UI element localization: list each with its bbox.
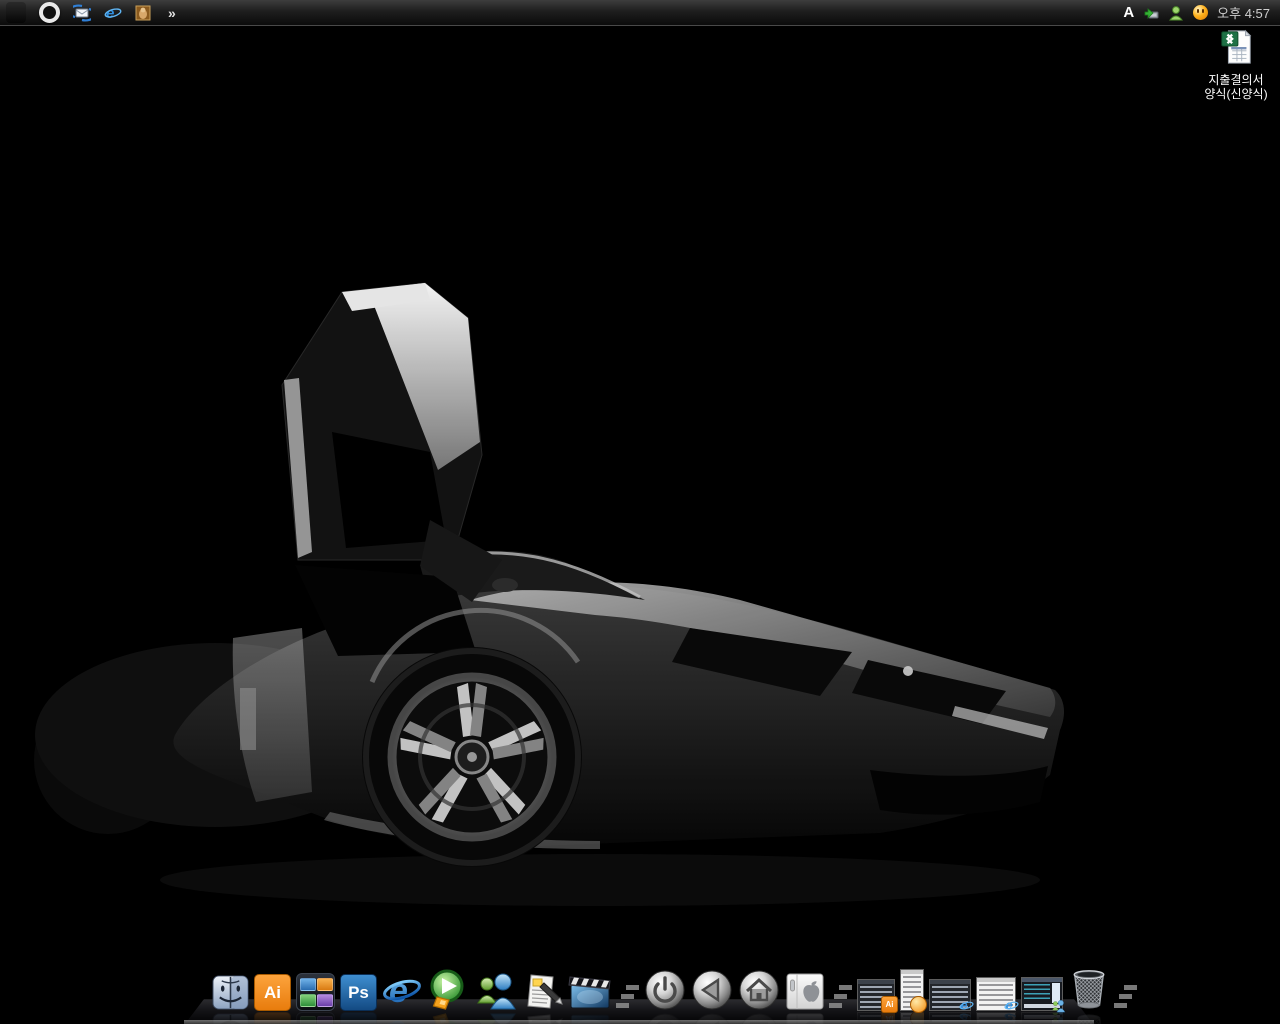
- minimized-messenger-list-window[interactable]: [900, 969, 924, 1011]
- movie-player-icon[interactable]: [568, 973, 612, 1011]
- svg-text:e: e: [961, 999, 968, 1013]
- safely-remove-hardware-icon[interactable]: [1143, 5, 1159, 21]
- dock-shelf-edge: [184, 1020, 1094, 1024]
- orange-mascot-tray-icon[interactable]: [1193, 5, 1208, 20]
- minimized-chat-window[interactable]: [1021, 977, 1063, 1011]
- photoshop-letters: Ps: [348, 983, 369, 1003]
- media-player-office-icon[interactable]: [427, 969, 469, 1011]
- dock: Ai Ps e: [0, 960, 1280, 1024]
- svg-text:e: e: [106, 5, 114, 22]
- excel-document-icon: [1217, 28, 1255, 71]
- ie-badge-icon: e: [1004, 998, 1019, 1013]
- menubar-overflow-chevron[interactable]: »: [164, 5, 175, 21]
- apple-box-icon[interactable]: [785, 971, 825, 1011]
- adobe-illustrator-icon[interactable]: Ai: [254, 974, 291, 1011]
- messenger-badge-icon: [1051, 998, 1066, 1013]
- finder-icon[interactable]: [212, 974, 249, 1011]
- minimized-illustrator-window[interactable]: Ai: [857, 979, 895, 1011]
- trash-icon[interactable]: [1068, 965, 1110, 1011]
- desktop-icon-label-line2: 양식(신양식): [1194, 87, 1278, 101]
- power-button[interactable]: [644, 969, 686, 1011]
- menubar: e » A: [0, 0, 1280, 26]
- dock-separator-steps: [830, 985, 852, 1011]
- home-button[interactable]: [738, 969, 780, 1011]
- minimized-ie-window[interactable]: e: [929, 979, 971, 1011]
- svg-text:e: e: [1006, 999, 1013, 1013]
- desktop-icon-label-line1: 지출결의서: [1194, 73, 1278, 87]
- dock-separator-steps: [1115, 985, 1137, 1011]
- outlook-express-icon[interactable]: [73, 4, 91, 22]
- desktop-screen: e » A: [0, 0, 1280, 1024]
- picture-viewer-icon[interactable]: [135, 5, 151, 21]
- minimized-ie-page-window[interactable]: e: [976, 977, 1016, 1011]
- app-stack-icon[interactable]: [296, 973, 335, 1011]
- illustrator-letters: Ai: [264, 983, 281, 1003]
- msn-messenger-icon[interactable]: [474, 971, 518, 1011]
- illustrator-badge-letters: Ai: [886, 1000, 894, 1009]
- ring-launcher-icon[interactable]: [39, 2, 60, 23]
- internet-explorer-icon[interactable]: e: [382, 971, 422, 1011]
- internet-explorer-icon[interactable]: e: [104, 4, 122, 22]
- text-document-icon[interactable]: [523, 971, 563, 1011]
- ie-badge-icon: e: [959, 998, 974, 1013]
- adobe-photoshop-icon[interactable]: Ps: [340, 974, 377, 1011]
- messenger-status-icon[interactable]: [1168, 5, 1184, 21]
- menubar-end-cap: [6, 2, 26, 23]
- wallpaper-lamborghini: [0, 0, 1280, 1024]
- ie-letter: e: [389, 972, 408, 1010]
- back-button[interactable]: [691, 969, 733, 1011]
- ime-language-indicator[interactable]: A: [1123, 4, 1134, 21]
- excel-file-shortcut[interactable]: 지출결의서 양식(신양식): [1194, 28, 1278, 102]
- tray-clock[interactable]: 오후 4:57: [1217, 3, 1270, 22]
- dock-separator-steps: [617, 985, 639, 1011]
